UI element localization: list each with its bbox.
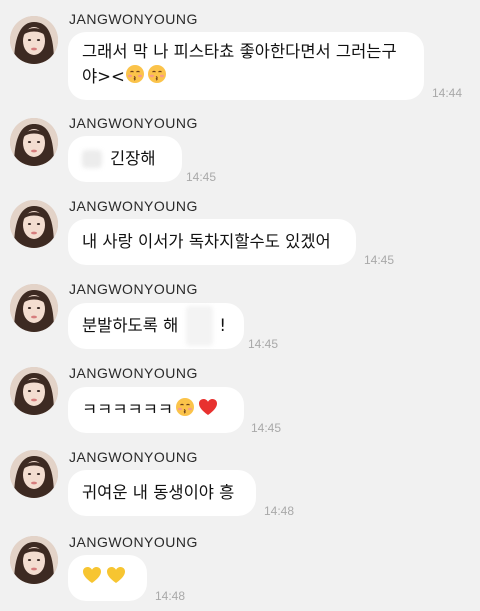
message-text: 긴장해 (110, 149, 156, 168)
avatar[interactable] (10, 16, 58, 64)
sender-name: JANGWONYOUNG (69, 449, 198, 465)
message-bubble[interactable]: ㅋㅋㅋㅋㅋㅋ (68, 387, 244, 433)
sender-name: JANGWONYOUNG (69, 281, 198, 297)
sender-name: JANGWONYOUNG (69, 198, 198, 214)
avatar[interactable] (10, 450, 58, 498)
message-bubble[interactable]: 긴장해 (68, 136, 182, 182)
avatar[interactable] (10, 536, 58, 584)
message-text-line2: 야>< (82, 64, 406, 91)
message-text: 그래서 막 나 피스타쵸 좋아한다면서 그러는구 (82, 42, 397, 61)
message-timestamp: 14:48 (264, 504, 295, 518)
red-heart-emoji (198, 397, 218, 424)
sender-name: JANGWONYOUNG (69, 115, 198, 131)
message-text: 내 사랑 이서가 독차지할수도 있겠어 (82, 232, 331, 251)
sender-name: JANGWONYOUNG (69, 534, 198, 550)
avatar[interactable] (10, 367, 58, 415)
chat-thread: JANGWONYOUNG 그래서 막 나 피스타쵸 좋아한다면서 그러는구 야>… (0, 0, 480, 611)
kissing-blushing-emoji (125, 64, 145, 91)
avatar[interactable] (10, 284, 58, 332)
message-timestamp: 14:48 (155, 589, 186, 603)
sender-name: JANGWONYOUNG (69, 365, 198, 381)
message-bubble[interactable]: 분발하도록 해 ! (68, 303, 244, 349)
kissing-blushing-emoji (175, 397, 195, 424)
message-timestamp: 14:45 (364, 253, 395, 267)
message-text: 분발하도록 해 (82, 316, 179, 335)
message-bubble[interactable]: 내 사랑 이서가 독차지할수도 있겠어 (68, 219, 356, 265)
redacted-blur (186, 306, 214, 346)
message-timestamp: 14:45 (186, 170, 217, 184)
avatar[interactable] (10, 200, 58, 248)
avatar[interactable] (10, 118, 58, 166)
message-text-end: ! (219, 316, 226, 335)
message-bubble[interactable] (68, 555, 147, 601)
yellow-heart-emoji (106, 565, 126, 592)
message-text: ㅋㅋㅋㅋㅋㅋ (82, 400, 174, 419)
message-timestamp: 14:44 (432, 86, 463, 100)
message-timestamp: 14:45 (248, 337, 279, 351)
message-timestamp: 14:45 (251, 421, 282, 435)
message-bubble[interactable]: 귀여운 내 동생이야 흥 (68, 470, 256, 516)
redacted-blur (82, 150, 102, 168)
message-bubble[interactable]: 그래서 막 나 피스타쵸 좋아한다면서 그러는구 야>< (68, 32, 424, 100)
yellow-heart-emoji (82, 565, 102, 592)
kissing-blushing-emoji (147, 64, 167, 91)
message-text: 귀여운 내 동생이야 흥 (82, 483, 235, 502)
sender-name: JANGWONYOUNG (69, 11, 198, 27)
